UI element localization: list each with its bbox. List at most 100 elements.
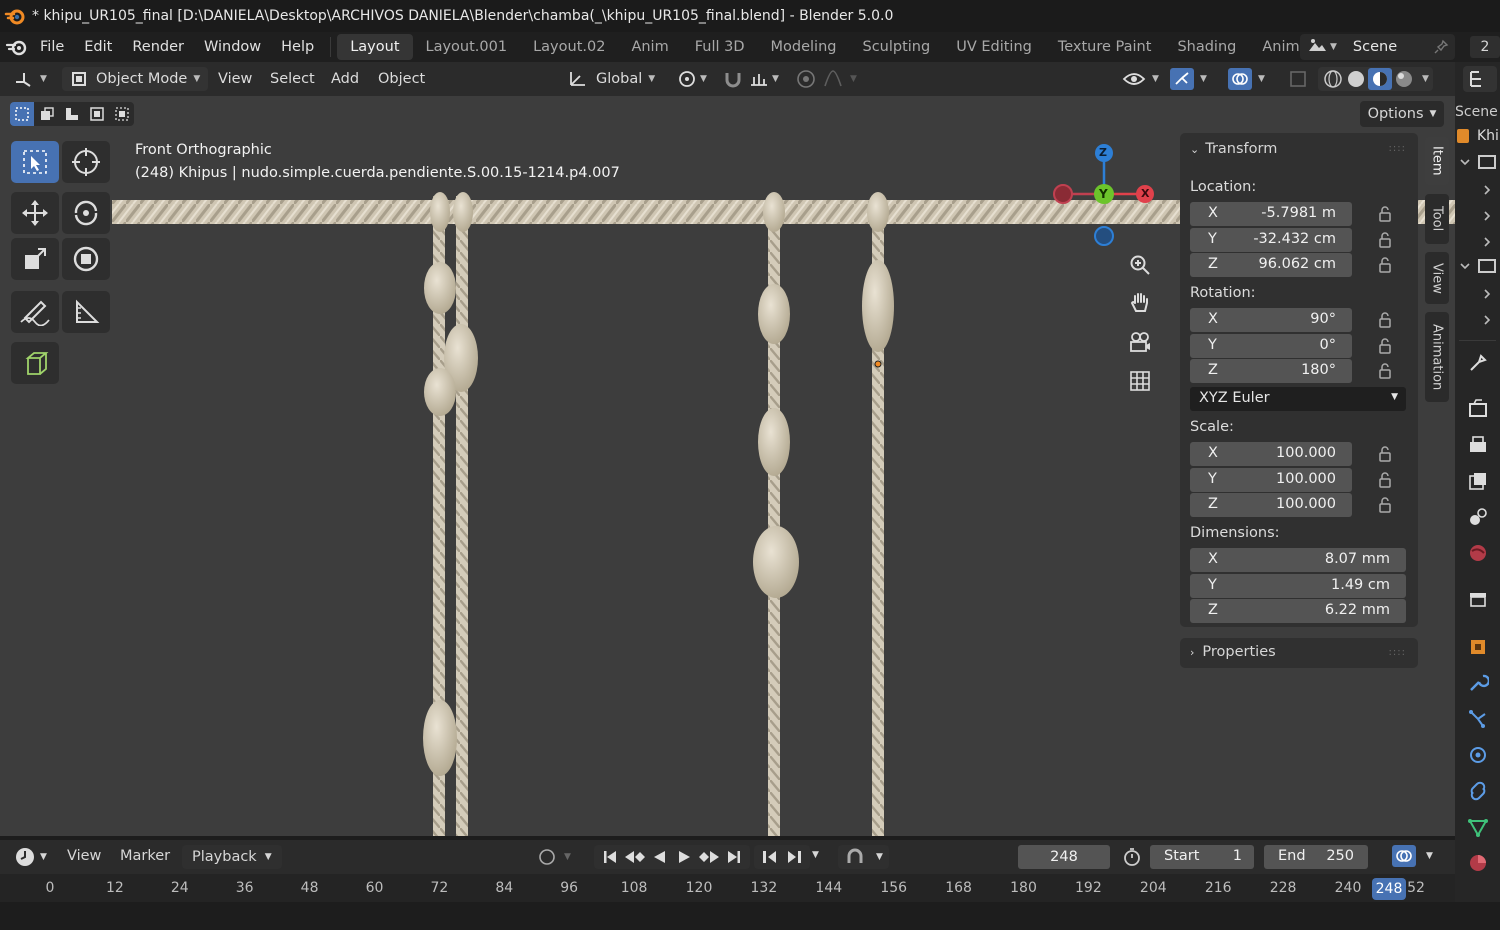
- lock-icon[interactable]: [1378, 471, 1392, 489]
- scale-x-field[interactable]: X 100.000: [1190, 442, 1352, 466]
- timeline-view-options[interactable]: ▼: [1392, 845, 1433, 867]
- next-keyframe-icon[interactable]: [696, 847, 722, 867]
- snap-toggle[interactable]: [722, 67, 744, 91]
- transform-panel-header[interactable]: ⌄ Transform: [1190, 141, 1277, 157]
- pivot-point-dropdown[interactable]: ▼: [676, 67, 707, 91]
- falloff-dropdown[interactable]: ▼: [822, 67, 857, 91]
- snapping-dropdown[interactable]: ▼: [838, 845, 889, 869]
- workspace-tab[interactable]: UV Editing: [943, 34, 1045, 60]
- solid-shading-icon[interactable]: [1344, 69, 1368, 89]
- object-properties-icon[interactable]: [1467, 636, 1489, 658]
- timeline-menu-marker[interactable]: Marker: [120, 848, 170, 864]
- constraint-properties-icon[interactable]: [1467, 780, 1489, 802]
- menu-add[interactable]: Add: [331, 67, 359, 91]
- stopwatch-icon[interactable]: [1121, 846, 1143, 868]
- outliner-collection-row[interactable]: Khi: [1457, 128, 1499, 144]
- wireframe-shading-icon[interactable]: [1322, 69, 1344, 89]
- select-new-icon[interactable]: [10, 102, 34, 126]
- location-y-field[interactable]: Y -32.432 cm: [1190, 227, 1352, 252]
- properties-panel[interactable]: › Properties ::::: [1180, 638, 1418, 668]
- rotation-x-field[interactable]: X 90°: [1190, 308, 1352, 332]
- modifier-properties-icon[interactable]: [1467, 672, 1489, 694]
- workspace-tab[interactable]: Full 3D: [682, 34, 758, 60]
- play-icon[interactable]: [672, 847, 696, 867]
- dimensions-y-field[interactable]: Y 1.49 cm: [1190, 573, 1406, 598]
- chevron-down-icon[interactable]: ▼: [812, 850, 819, 860]
- particles-properties-icon[interactable]: [1467, 708, 1489, 730]
- ortho-toggle-button[interactable]: [1123, 364, 1157, 398]
- drag-handle-icon[interactable]: ::::: [1389, 647, 1406, 658]
- dimensions-z-field[interactable]: Z 6.22 mm: [1190, 599, 1406, 623]
- end-frame-field[interactable]: End 250: [1264, 845, 1368, 869]
- lock-icon[interactable]: [1378, 231, 1392, 249]
- material-properties-icon[interactable]: [1467, 852, 1489, 874]
- menu-edit[interactable]: Edit: [74, 39, 122, 55]
- location-x-field[interactable]: X -5.7981 m: [1190, 202, 1352, 226]
- material-shading-icon[interactable]: [1368, 68, 1392, 90]
- menu-view[interactable]: View: [218, 67, 252, 91]
- scale-z-field[interactable]: Z 100.000: [1190, 493, 1352, 517]
- render-properties-icon[interactable]: [1467, 398, 1489, 420]
- scene-selector[interactable]: ▼ Scene: [1300, 34, 1455, 60]
- rendered-shading-icon[interactable]: [1392, 69, 1416, 89]
- play-reverse-icon[interactable]: [648, 847, 672, 867]
- visibility-dropdown[interactable]: ▼: [1122, 67, 1159, 91]
- select-intersect-icon[interactable]: [109, 102, 134, 126]
- timeline-ruler[interactable]: 0 12 24 36 48 60 72 84 96 108 120 132 144 156 168 180 19…: [0, 874, 1455, 902]
- pendant-cord-3-selected[interactable]: [862, 192, 894, 836]
- playhead-frame-indicator[interactable]: 248: [1372, 878, 1406, 900]
- playback-dropdown[interactable]: Playback ▼: [182, 845, 282, 869]
- lock-icon[interactable]: [1378, 362, 1392, 380]
- scale-y-field[interactable]: Y 100.000: [1190, 467, 1352, 492]
- measure-tool[interactable]: [62, 291, 110, 333]
- workspace-tab[interactable]: Shading: [1164, 34, 1249, 60]
- menu-render[interactable]: Render: [122, 39, 194, 55]
- menu-window[interactable]: Window: [194, 39, 271, 55]
- add-cube-tool[interactable]: [11, 342, 59, 384]
- dimensions-x-field[interactable]: X 8.07 mm: [1190, 548, 1406, 572]
- transform-tool[interactable]: [62, 238, 110, 280]
- lock-icon[interactable]: [1378, 311, 1392, 329]
- pan-button[interactable]: [1123, 286, 1157, 320]
- pin-icon[interactable]: [1433, 39, 1449, 55]
- lock-icon[interactable]: [1378, 445, 1392, 463]
- snap-target-dropdown[interactable]: ▼: [748, 67, 779, 91]
- jump-end-icon[interactable]: [722, 847, 746, 867]
- workspace-tab[interactable]: Anim: [618, 34, 681, 60]
- auto-keying-toggle[interactable]: ▼: [536, 846, 571, 868]
- location-z-field[interactable]: Z 96.062 cm: [1190, 253, 1352, 277]
- cursor-tool[interactable]: [62, 141, 110, 183]
- menu-select[interactable]: Select: [270, 67, 315, 91]
- workspace-tab[interactable]: Layout: [337, 34, 413, 60]
- menu-file[interactable]: File: [30, 39, 74, 55]
- workspace-tab[interactable]: Modeling: [758, 34, 850, 60]
- annotate-tool[interactable]: [11, 291, 59, 333]
- transform-orientation-dropdown[interactable]: Global ▼: [568, 67, 655, 91]
- workspace-tab[interactable]: Layout.02: [520, 34, 618, 60]
- select-invert-icon[interactable]: [84, 102, 109, 126]
- proportional-editing-toggle[interactable]: [795, 67, 817, 91]
- tab-item[interactable]: Item: [1425, 137, 1449, 185]
- lock-icon[interactable]: [1378, 337, 1392, 355]
- collection-properties-icon[interactable]: [1467, 588, 1489, 610]
- outliner-editor-button[interactable]: [1463, 66, 1497, 92]
- jump-start-icon[interactable]: [598, 847, 622, 867]
- start-frame-field[interactable]: Start 1: [1150, 845, 1254, 869]
- world-properties-icon[interactable]: [1467, 542, 1489, 564]
- select-subtract-icon[interactable]: [59, 102, 84, 126]
- lock-icon[interactable]: [1378, 496, 1392, 514]
- move-tool[interactable]: [11, 192, 59, 234]
- step-back-icon[interactable]: [758, 847, 782, 867]
- workspace-tab[interactable]: Texture Paint: [1045, 34, 1165, 60]
- rotate-tool[interactable]: [62, 192, 110, 234]
- current-frame-field[interactable]: 248: [1018, 845, 1110, 869]
- timeline-editor-type[interactable]: ▼: [14, 846, 47, 868]
- select-box-tool[interactable]: [11, 141, 59, 183]
- camera-view-button[interactable]: [1123, 325, 1157, 359]
- data-properties-icon[interactable]: [1467, 816, 1489, 838]
- scene-properties-icon[interactable]: [1467, 506, 1489, 528]
- tab-view[interactable]: View: [1425, 252, 1449, 304]
- drag-handle-icon[interactable]: ::::: [1389, 143, 1406, 154]
- blender-menu-icon[interactable]: [4, 36, 30, 58]
- workspace-tab[interactable]: Sculpting: [849, 34, 943, 60]
